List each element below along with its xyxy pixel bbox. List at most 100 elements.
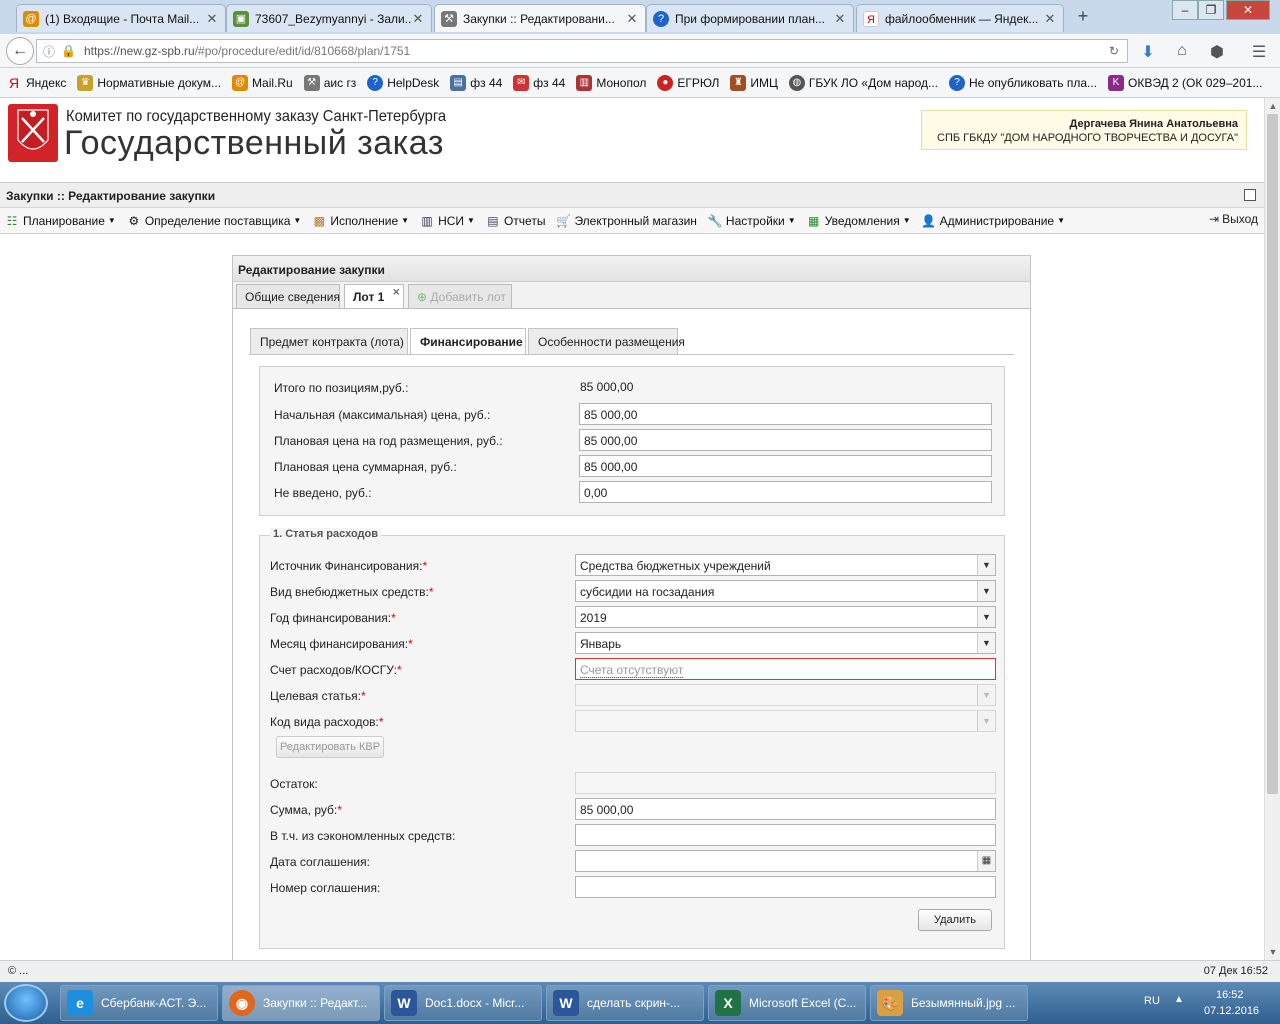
close-icon[interactable]: ✕ xyxy=(205,11,219,27)
target-select[interactable]: ▼ xyxy=(575,684,996,706)
menu-execution[interactable]: ▩ Исполнение ▼ xyxy=(311,213,409,229)
chevron-down-icon[interactable]: ▼ xyxy=(977,581,995,601)
plan-year-input[interactable]: 85 000,00 xyxy=(579,429,992,451)
collapse-icon[interactable] xyxy=(1244,189,1256,201)
chevron-down-icon[interactable]: ▼ xyxy=(977,711,995,731)
extra-budget-select[interactable]: субсидии на госзадания ▼ xyxy=(575,580,996,602)
close-icon[interactable]: ✕ xyxy=(1043,11,1057,27)
account-placeholder: Счета отсутствуют xyxy=(580,663,684,678)
menu-reports[interactable]: ▤ Отчеты xyxy=(485,213,545,229)
browser-tab-zakupki[interactable]: ⚒ Закупки :: Редактировани... ✕ xyxy=(434,4,646,32)
required-mark: * xyxy=(391,611,396,625)
browser-tab-yandex[interactable]: Я файлообменник — Яндек... ✕ xyxy=(856,4,1064,32)
clock-date[interactable]: 07.12.2016 xyxy=(1204,1005,1259,1017)
menu-label: Исполнение xyxy=(330,213,399,228)
taskbar-item-firefox[interactable]: ◉ Закупки :: Редакт... xyxy=(222,985,380,1021)
addon-icon[interactable]: ⬢ xyxy=(1207,42,1227,62)
status-bar: © ... 07 Дек 16:52 xyxy=(0,960,1280,982)
not-entered-input[interactable]: 0,00 xyxy=(579,481,992,503)
close-icon[interactable]: ✕ xyxy=(625,11,639,27)
close-icon[interactable]: ✕ xyxy=(833,11,847,27)
clock-time[interactable]: 16:52 xyxy=(1216,989,1244,1001)
year-select[interactable]: 2019 ▼ xyxy=(575,606,996,628)
bookmark-imc[interactable]: ♜ ИМЦ xyxy=(730,74,778,91)
bookmark-normative[interactable]: ♛ Нормативные докум... xyxy=(77,74,221,91)
bookmark-yandex[interactable]: Я Яндекс xyxy=(6,75,66,91)
logout-button[interactable]: ⇥ Выход xyxy=(1209,212,1258,226)
subtab-placement[interactable]: Особенности размещения xyxy=(528,328,685,354)
minimize-button[interactable]: – xyxy=(1172,0,1198,20)
menu-icon[interactable]: ☰ xyxy=(1249,42,1269,62)
menu-eshop[interactable]: 🛒 Электронный магазин xyxy=(555,213,697,229)
bookmark-not-publish[interactable]: ? Не опубликовать пла... xyxy=(949,74,1097,91)
bookmark-mailru[interactable]: @ Mail.Ru xyxy=(232,74,293,91)
bookmark-egrul[interactable]: ● ЕГРЮЛ xyxy=(657,74,719,91)
scroll-down-icon[interactable]: ▼ xyxy=(1265,944,1280,960)
subtab-contract-subject[interactable]: Предмет контракта (лота) xyxy=(250,328,408,354)
saved-funds-input[interactable] xyxy=(575,824,996,846)
taskbar-item-paint[interactable]: 🎨 Безымянный.jpg ... xyxy=(870,985,1028,1021)
scroll-up-icon[interactable]: ▲ xyxy=(1265,98,1280,114)
language-indicator[interactable]: RU xyxy=(1144,995,1160,1007)
chevron-down-icon[interactable]: ▼ xyxy=(977,685,995,705)
rest-input[interactable] xyxy=(575,772,996,794)
chevron-down-icon[interactable]: ▼ xyxy=(977,633,995,653)
agreement-number-input[interactable] xyxy=(575,876,996,898)
tab-lot-1[interactable]: Лот 1 ✕ xyxy=(344,284,404,309)
plan-sum-input[interactable]: 85 000,00 xyxy=(579,455,992,477)
bookmark-monopol[interactable]: ▥ Монопол xyxy=(576,74,646,91)
taskbar-label: сделать скрин-... xyxy=(587,996,681,1010)
bookmark-fz44-a[interactable]: ▤ фз 44 xyxy=(450,74,502,91)
add-lot-button[interactable]: ⊕ Добавить лот xyxy=(408,284,512,308)
reload-icon[interactable]: ↻ xyxy=(1109,44,1119,58)
building-icon: ▥ xyxy=(576,74,593,91)
bookmark-aisgz[interactable]: ⚒ аис гз xyxy=(303,74,356,91)
browser-tab-question[interactable]: ? При формировании план... ✕ xyxy=(646,4,854,32)
menu-supplier[interactable]: ⚙ Определение поставщика ▼ xyxy=(126,213,301,229)
back-button[interactable]: ← xyxy=(6,37,34,65)
source-select[interactable]: Средства бюджетных учреждений ▼ xyxy=(575,554,996,576)
account-input[interactable]: Счета отсутствуют xyxy=(575,658,996,680)
chevron-down-icon[interactable]: ▼ xyxy=(977,607,995,627)
tray-arrow-icon[interactable]: ▲ xyxy=(1174,994,1184,1005)
sum-input[interactable]: 85 000,00 xyxy=(575,798,996,820)
browser-tab-mail[interactable]: @ (1) Входящие - Почта Mail... ✕ xyxy=(16,4,226,32)
month-select[interactable]: Январь ▼ xyxy=(575,632,996,654)
close-icon[interactable]: ✕ xyxy=(411,11,425,27)
menu-planning[interactable]: ☷ Планирование ▼ xyxy=(4,213,116,229)
bookmark-gbuk[interactable]: ◍ ГБУК ЛО «Дом народ... xyxy=(788,74,938,91)
browser-tab-upload[interactable]: ▣ 73607_Bezymyannyi - Зали... ✕ xyxy=(226,4,432,32)
bookmark-fz44-b[interactable]: ✉ фз 44 xyxy=(513,74,565,91)
download-icon[interactable]: ⬇ xyxy=(1138,42,1158,62)
address-bar[interactable]: ⓘ 🔒 https://new.gz-spb.ru /#po/procedure… xyxy=(36,39,1128,63)
nmc-input[interactable]: 85 000,00 xyxy=(579,403,992,425)
edit-kvr-button[interactable]: Редактировать КВР xyxy=(276,736,384,758)
menu-nsi[interactable]: ▥ НСИ ▼ xyxy=(419,213,475,229)
window-close-button[interactable]: ✕ xyxy=(1226,0,1270,20)
info-icon[interactable]: ⓘ xyxy=(43,43,55,60)
menu-admin[interactable]: 👤 Администрирование ▼ xyxy=(921,213,1065,229)
home-icon[interactable]: ⌂ xyxy=(1172,42,1192,60)
start-button[interactable] xyxy=(4,984,48,1022)
scrollbar-thumb[interactable] xyxy=(1267,114,1278,794)
system-tray: RU ▲ 16:52 07.12.2016 xyxy=(1130,982,1280,1024)
close-icon[interactable]: ✕ xyxy=(392,287,400,298)
agreement-date-input[interactable]: ▦ xyxy=(575,850,996,872)
bookmark-helpdesk[interactable]: ? HelpDesk xyxy=(367,74,439,91)
delete-button[interactable]: Удалить xyxy=(918,909,992,931)
taskbar-item-ie[interactable]: e Сбербанк-АСТ. Э... xyxy=(60,985,218,1021)
taskbar-item-excel[interactable]: X Microsoft Excel (С... xyxy=(708,985,866,1021)
menu-notifications[interactable]: ▦ Уведомления ▼ xyxy=(806,213,911,229)
tab-general[interactable]: Общие сведения xyxy=(236,284,340,308)
restore-button[interactable]: ❐ xyxy=(1198,0,1224,20)
menu-settings[interactable]: 🔧 Настройки ▼ xyxy=(707,213,795,229)
calendar-icon[interactable]: ▦ xyxy=(977,851,995,871)
subtab-financing[interactable]: Финансирование xyxy=(410,328,526,354)
chevron-down-icon[interactable]: ▼ xyxy=(977,555,995,575)
taskbar-item-word-screen[interactable]: Wсделать скрин-... xyxy=(546,985,704,1021)
kvr-select[interactable]: ▼ xyxy=(575,710,996,732)
bookmark-okved[interactable]: K ОКВЭД 2 (ОК 029–201... xyxy=(1108,74,1262,91)
taskbar-item-word-doc1[interactable]: W Doc1.docx - Micr... xyxy=(384,985,542,1021)
new-tab-button[interactable]: + xyxy=(1072,6,1094,28)
page-scrollbar[interactable]: ▲ ▼ xyxy=(1264,98,1280,960)
